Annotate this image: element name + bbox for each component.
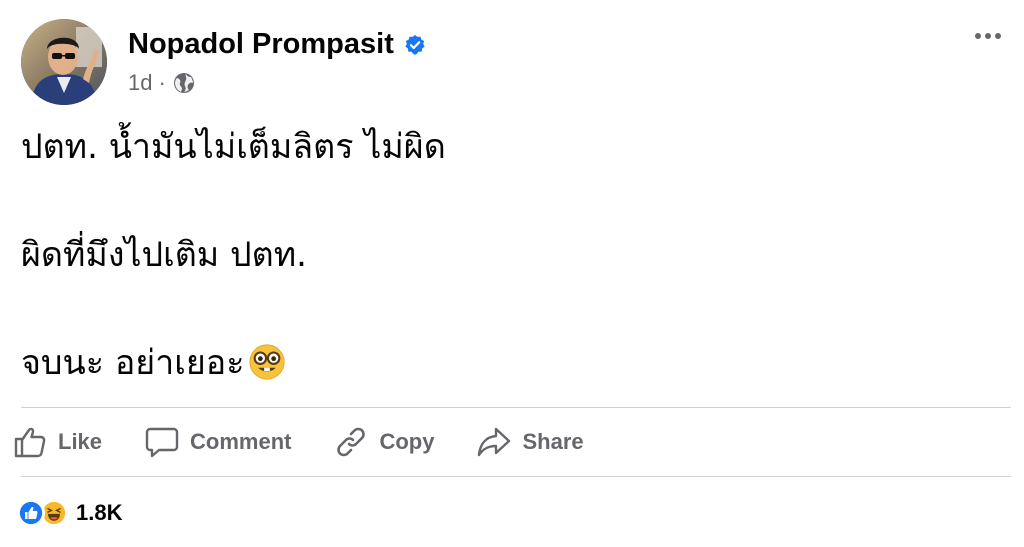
post-text-line: ปตท. น้ำมันไม่เต็มลิตร ไม่ผิด — [21, 127, 446, 167]
share-arrow-icon — [478, 427, 511, 457]
like-button[interactable]: Like — [12, 424, 102, 460]
comment-button[interactable]: Comment — [144, 424, 291, 460]
comment-bubble-icon — [145, 427, 179, 458]
reaction-count: 1.8K — [76, 500, 123, 525]
post-meta: 1d · — [128, 70, 196, 96]
divider — [21, 476, 1011, 477]
divider — [21, 407, 1011, 408]
like-reaction-icon — [17, 499, 45, 527]
reactions-summary[interactable]: 1.8K — [17, 499, 122, 527]
post-text-line-last: จบนะ อย่าเยอะ — [21, 340, 1001, 386]
author-name[interactable]: Nopadol Prompasit — [128, 28, 426, 61]
thumbs-up-icon — [14, 427, 46, 458]
share-label: Share — [522, 429, 584, 454]
meta-separator: · — [158, 70, 166, 95]
avatar-photo — [21, 19, 107, 105]
more-options-button[interactable] — [970, 24, 1006, 48]
dot-icon — [985, 33, 991, 39]
author-avatar[interactable] — [21, 19, 107, 105]
dot-icon — [975, 33, 981, 39]
post-actions-bar: Like Comment Copy Share — [12, 420, 626, 464]
link-icon — [337, 427, 366, 457]
post-timestamp[interactable]: 1d — [128, 70, 152, 96]
nerd-face-emoji-icon — [249, 344, 286, 380]
post-text: ปตท. น้ำมันไม่เต็มลิตร ไม่ผิด ผิดที่มึงไ… — [21, 124, 1001, 386]
verified-badge-icon — [405, 34, 425, 55]
share-button[interactable]: Share — [476, 424, 584, 460]
globe-icon[interactable] — [172, 71, 196, 95]
post-text-line: ผิดที่มึงไปเติม ปตท. — [21, 235, 307, 275]
copy-button[interactable]: Copy — [333, 424, 434, 460]
facebook-post: Nopadol Prompasit 1d · ปตท. น้ำมันไม่เต็… — [0, 0, 1024, 547]
post-text-line: จบนะ อย่าเยอะ — [21, 343, 245, 383]
dot-icon — [995, 33, 1001, 39]
copy-label: Copy — [379, 429, 435, 454]
author-name-text[interactable]: Nopadol Prompasit — [128, 28, 394, 61]
comment-label: Comment — [190, 429, 292, 454]
like-label: Like — [58, 429, 103, 454]
